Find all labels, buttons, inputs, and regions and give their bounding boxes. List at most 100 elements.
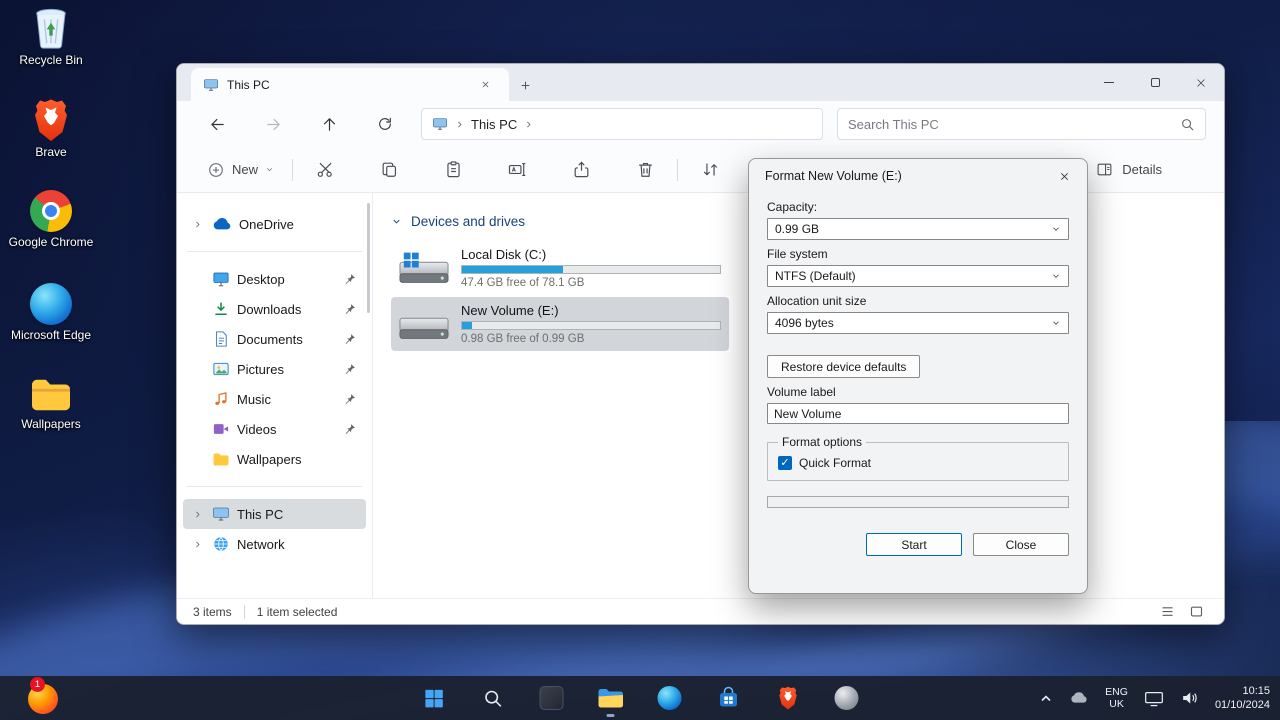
search-box[interactable] [837, 108, 1206, 140]
pin-icon [343, 333, 356, 346]
search-icon[interactable] [1180, 117, 1195, 132]
sidebar-item-onedrive[interactable]: OneDrive [183, 209, 366, 239]
back-button[interactable] [189, 106, 245, 142]
taskbar-notification-app[interactable]: 1 [24, 677, 62, 717]
sidebar-item-music[interactable]: Music [183, 384, 366, 414]
desktop-icon-brave[interactable]: Brave [4, 98, 98, 159]
drive-item-new-volume-e[interactable]: New Volume (E:) 0.98 GB free of 0.99 GB [391, 297, 729, 351]
up-icon [323, 117, 335, 131]
desktop-icon-label: Brave [35, 145, 67, 159]
address-bar[interactable]: This PC [421, 108, 823, 140]
sidebar-item-label: Downloads [237, 301, 302, 317]
chevron-down-icon[interactable] [391, 216, 402, 227]
language-region: UK [1109, 698, 1124, 710]
sidebar-item-downloads[interactable]: Downloads [183, 294, 366, 324]
details-panel-icon [1097, 163, 1112, 176]
checkbox-checked-icon[interactable]: ✓ [778, 456, 792, 470]
delete-icon [638, 162, 652, 177]
taskbar-brave-button[interactable] [768, 678, 808, 718]
paste-button[interactable] [431, 153, 475, 187]
desktop-icon-microsoft-edge[interactable]: Microsoft Edge [4, 283, 98, 342]
forward-button[interactable] [245, 106, 301, 142]
details-view-icon[interactable] [1160, 604, 1175, 619]
close-window-button[interactable] [1178, 64, 1224, 101]
chevron-right-icon[interactable] [189, 220, 205, 229]
start-button[interactable]: Start [866, 533, 962, 556]
dark-app-icon [539, 686, 564, 710]
chevron-right-icon[interactable] [455, 120, 464, 129]
breadcrumb[interactable]: This PC [471, 117, 517, 132]
sidebar-item-desktop[interactable]: Desktop [183, 264, 366, 294]
new-tab-button[interactable] [513, 73, 537, 97]
this-pc-icon [433, 118, 447, 130]
volume-label-input[interactable] [767, 403, 1069, 424]
sidebar-item-label: OneDrive [239, 216, 294, 232]
tab-close-icon[interactable] [473, 73, 497, 97]
tray-onedrive-icon[interactable] [1069, 691, 1089, 705]
dialog-close-button[interactable] [1047, 163, 1081, 189]
copy-button[interactable] [367, 153, 411, 187]
details-button[interactable]: Details [1087, 153, 1170, 187]
taskbar-edge-button[interactable] [650, 678, 690, 718]
up-button[interactable] [301, 106, 357, 142]
chevron-right-icon[interactable] [189, 510, 205, 519]
delete-button[interactable] [623, 153, 667, 187]
network-icon [1144, 691, 1163, 706]
refresh-button[interactable] [357, 106, 413, 142]
desktop-icon-recycle-bin[interactable]: Recycle Bin [4, 6, 98, 67]
this-pc-icon [204, 78, 218, 91]
sidebar-item-videos[interactable]: Videos [183, 414, 366, 444]
volume-button[interactable] [1180, 690, 1199, 706]
format-options-label: Format options [782, 435, 863, 449]
chrome-icon [30, 190, 72, 232]
quick-format-option[interactable]: ✓ Quick Format [778, 456, 1058, 470]
language-indicator[interactable]: ENG UK [1105, 686, 1128, 710]
sidebar-item-this-pc[interactable]: This PC [183, 499, 366, 529]
drive-item-local-disk-c[interactable]: Local Disk (C:) 47.4 GB free of 78.1 GB [391, 241, 729, 295]
file-system-dropdown[interactable]: NTFS (Default) [767, 265, 1069, 287]
chevron-right-icon[interactable] [189, 540, 205, 549]
new-button[interactable]: New [199, 153, 282, 187]
gray-sphere-icon [834, 686, 859, 710]
network-status-button[interactable] [1144, 690, 1164, 707]
taskbar-app-sphere[interactable] [827, 678, 867, 718]
system-tray: ENG UK 10:15 01/10/2024 [1039, 676, 1270, 720]
taskbar-search-button[interactable] [473, 678, 513, 718]
taskbar: 1 ENG UK 10:15 01/10/2024 [0, 676, 1280, 720]
sidebar-scrollbar[interactable] [367, 203, 370, 313]
brave-icon [35, 99, 67, 141]
clock[interactable]: 10:15 01/10/2024 [1215, 684, 1270, 712]
sort-button[interactable] [688, 153, 732, 187]
rename-button[interactable] [495, 153, 539, 187]
allocation-unit-dropdown[interactable]: 4096 bytes [767, 312, 1069, 334]
desktop-icon-label: Recycle Bin [19, 53, 83, 67]
search-input[interactable] [848, 116, 1172, 132]
sidebar-item-label: Music [237, 391, 271, 407]
hidden-icons-button[interactable] [1039, 692, 1053, 704]
sidebar-item-pictures[interactable]: Pictures [183, 354, 366, 384]
tab-this-pc[interactable]: This PC [191, 68, 509, 101]
cut-button[interactable] [303, 153, 347, 187]
sidebar-item-network[interactable]: Network [183, 529, 366, 559]
start-button[interactable] [414, 678, 454, 718]
chevron-right-icon[interactable] [524, 120, 533, 129]
navigation-bar: This PC [177, 101, 1224, 147]
taskbar-app-dark[interactable] [532, 678, 572, 718]
status-divider [243, 604, 245, 619]
close-button[interactable]: Close [973, 533, 1069, 556]
share-button[interactable] [559, 153, 603, 187]
drive-usage-bar [461, 265, 721, 274]
file-system-label: File system [767, 247, 828, 261]
taskbar-file-explorer-button[interactable] [591, 678, 631, 718]
item-count: 3 items [193, 604, 232, 619]
minimize-button[interactable] [1086, 64, 1132, 101]
large-icons-view-icon[interactable] [1189, 604, 1204, 619]
capacity-dropdown[interactable]: 0.99 GB [767, 218, 1069, 240]
desktop-icon-wallpapers[interactable]: Wallpapers [4, 376, 98, 431]
sidebar-item-wallpapers[interactable]: Wallpapers [183, 444, 366, 474]
desktop-icon-google-chrome[interactable]: Google Chrome [4, 190, 98, 249]
maximize-button[interactable] [1132, 64, 1178, 101]
sidebar-item-documents[interactable]: Documents [183, 324, 366, 354]
taskbar-store-button[interactable] [709, 678, 749, 718]
restore-device-defaults-button[interactable]: Restore device defaults [767, 355, 921, 378]
